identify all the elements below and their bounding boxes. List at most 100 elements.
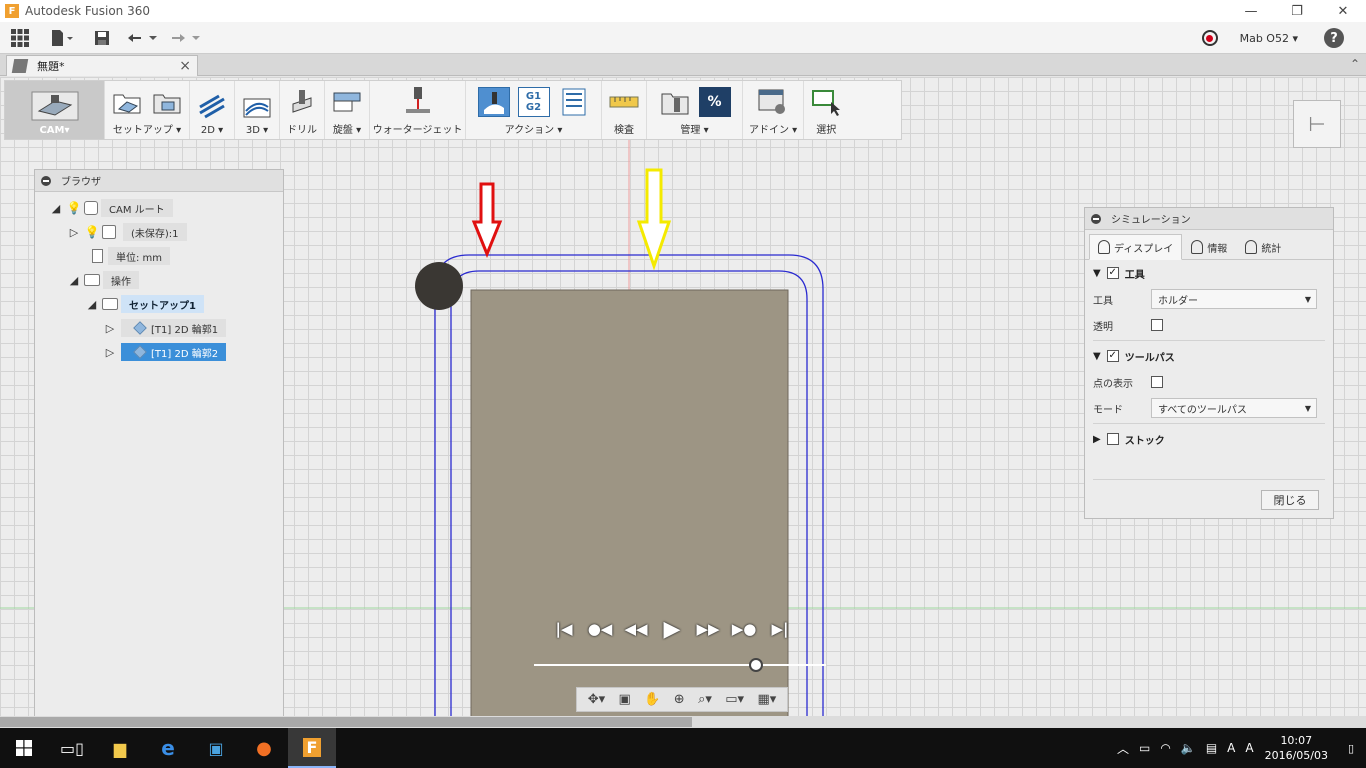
collapse-triangle-icon[interactable]: ▼ xyxy=(1093,351,1101,362)
close-window-button[interactable]: ✕ xyxy=(1320,0,1366,22)
go-to-end-icon[interactable]: ▶| xyxy=(768,618,792,640)
setup-sheet-icon[interactable] xyxy=(558,87,590,117)
tool-display-select[interactable]: ホルダー ▼ xyxy=(1151,289,1317,309)
data-panel-grid-icon[interactable] xyxy=(0,22,40,54)
scrollbar-thumb[interactable] xyxy=(0,717,692,727)
fusion360-taskbar-icon[interactable]: F xyxy=(288,728,336,768)
previous-operation-icon[interactable]: ●◀ xyxy=(588,618,613,640)
manage-group[interactable]: % 管理 ▾ xyxy=(647,81,743,139)
tool-library-icon[interactable] xyxy=(659,87,691,117)
expanded-triangle-icon[interactable]: ◢ xyxy=(67,273,81,287)
help-icon[interactable]: ? xyxy=(1324,28,1344,48)
toolpath-section-header[interactable]: ▼ ✓ ツールパス xyxy=(1093,343,1325,369)
restore-button[interactable]: ❐ xyxy=(1274,0,1320,22)
display-settings-icon[interactable]: ▭▾ xyxy=(725,692,744,707)
setup-group[interactable]: セットアップ ▾ xyxy=(105,81,190,139)
drill-group[interactable]: ドリル xyxy=(280,81,325,139)
orbit-icon[interactable]: ✥▾ xyxy=(588,692,605,707)
tree-node-setup1[interactable]: ◢ セットアップ1 xyxy=(85,294,204,314)
horizontal-scrollbar[interactable] xyxy=(0,716,1366,728)
battery-icon[interactable]: ▭ xyxy=(1139,741,1150,755)
tree-node-contour1[interactable]: ▷ [T1] 2D 輪郭1 xyxy=(103,318,227,338)
addins-group[interactable]: アドイン ▾ xyxy=(743,81,805,139)
collapsed-triangle-icon[interactable]: ▷ xyxy=(103,345,117,359)
2d-contour-icon[interactable] xyxy=(196,91,228,121)
keyboard-icon[interactable]: ▤ xyxy=(1206,741,1217,755)
notification-icon[interactable]: ▯ xyxy=(1336,728,1366,768)
collapse-chevron-icon[interactable]: ⌃ xyxy=(1350,57,1360,71)
file-explorer-icon[interactable]: ▆ xyxy=(96,728,144,768)
expanded-triangle-icon[interactable]: ◢ xyxy=(85,297,99,311)
minimize-button[interactable]: — xyxy=(1228,0,1274,22)
inspect-group[interactable]: 検査 xyxy=(602,81,647,139)
ime-icon[interactable]: A xyxy=(1227,741,1235,755)
tree-node-contour2[interactable]: ▷ [T1] 2D 輪郭2 xyxy=(103,342,227,362)
record-icon[interactable] xyxy=(1201,30,1218,46)
tab-statistics[interactable]: 統計 xyxy=(1236,234,1290,260)
scripts-addins-icon[interactable] xyxy=(757,87,789,117)
actions-group[interactable]: G1 G2 アクション ▾ xyxy=(466,81,602,139)
system-clock[interactable]: 10:07 2016/05/03 xyxy=(1265,733,1328,763)
collapse-triangle-icon[interactable]: ▼ xyxy=(1093,268,1101,279)
mode-select[interactable]: すべてのツールパス ▼ xyxy=(1151,398,1317,418)
waterjet-group[interactable]: ウォータージェット xyxy=(370,81,466,139)
volume-icon[interactable]: 🔈 xyxy=(1181,741,1196,755)
tab-info[interactable]: 情報 xyxy=(1182,234,1236,260)
expand-triangle-icon[interactable]: ▶ xyxy=(1093,434,1101,445)
3d-adaptive-icon[interactable] xyxy=(241,91,273,121)
turning-icon[interactable] xyxy=(331,87,363,117)
pan-hand-icon[interactable]: ✋ xyxy=(644,692,660,707)
turning-group[interactable]: 旋盤 ▾ xyxy=(325,81,370,139)
collapse-panel-icon[interactable] xyxy=(41,175,51,186)
collapsed-triangle-icon[interactable]: ▷ xyxy=(103,321,117,335)
viewcube[interactable]: ⊢ xyxy=(1293,100,1341,148)
fit-icon[interactable]: ⌕▾ xyxy=(698,692,712,707)
show-hidden-icons-icon[interactable]: ︿ xyxy=(1117,740,1129,757)
step-forward-icon[interactable]: ▶▶ xyxy=(696,618,720,640)
stock-setup-icon[interactable] xyxy=(151,87,183,117)
measure-icon[interactable] xyxy=(608,87,640,117)
waterjet-icon[interactable] xyxy=(402,87,434,117)
windows-start-icon[interactable] xyxy=(0,728,48,768)
visibility-bulb-icon[interactable]: 💡 xyxy=(67,201,82,215)
wifi-icon[interactable]: ◠ xyxy=(1160,741,1170,755)
transparent-checkbox[interactable] xyxy=(1151,319,1163,331)
tree-node-model[interactable]: ▷ 💡 (未保存):1 xyxy=(67,222,187,242)
drill-icon[interactable] xyxy=(286,87,318,117)
edge-browser-icon[interactable]: e xyxy=(144,728,192,768)
next-operation-icon[interactable]: ▶● xyxy=(732,618,757,640)
go-to-start-icon[interactable]: |◀ xyxy=(552,618,576,640)
playback-slider-thumb[interactable] xyxy=(749,658,763,672)
media-player-icon[interactable]: ▣ xyxy=(192,728,240,768)
user-menu[interactable]: Mab O52 ▾ xyxy=(1240,32,1298,45)
zoom-icon[interactable]: ⊕ xyxy=(674,692,685,707)
simulate-icon[interactable] xyxy=(477,87,510,117)
undo-icon[interactable] xyxy=(120,22,166,54)
step-back-icon[interactable]: ◀◀ xyxy=(624,618,648,640)
2d-group[interactable]: 2D ▾ xyxy=(190,81,235,139)
grid-settings-icon[interactable]: ▦▾ xyxy=(757,692,776,707)
3d-group[interactable]: 3D ▾ xyxy=(235,81,280,139)
task-view-icon[interactable]: ▭▯ xyxy=(48,728,96,768)
workspace-switcher[interactable]: CAM▾ xyxy=(5,81,105,139)
collapse-panel-icon[interactable] xyxy=(1091,213,1101,224)
stock-section-header[interactable]: ▶ ストック xyxy=(1093,426,1325,452)
ime-mode-icon[interactable]: A xyxy=(1245,741,1253,755)
visibility-bulb-icon[interactable]: 💡 xyxy=(85,225,100,239)
tree-node-operations[interactable]: ◢ 操作 xyxy=(67,270,139,290)
tree-node-units[interactable]: 単位: mm xyxy=(87,246,171,266)
firefox-icon[interactable]: ● xyxy=(240,728,288,768)
stock-checkbox[interactable] xyxy=(1106,433,1119,445)
tree-node-cam-root[interactable]: ◢ 💡 CAM ルート xyxy=(49,198,173,218)
playback-slider[interactable] xyxy=(534,658,826,672)
close-tab-icon[interactable]: × xyxy=(179,58,191,74)
post-process-icon[interactable]: G1 G2 xyxy=(517,87,550,117)
toolpath-checkbox[interactable]: ✓ xyxy=(1106,350,1119,362)
canvas[interactable]: CAM▾ セットアップ ▾ 2D ▾ 3D ▾ ドリル 旋盤 ▾ ウォータージェ… xyxy=(0,77,1366,716)
tool-checkbox[interactable]: ✓ xyxy=(1106,267,1119,279)
show-points-checkbox[interactable] xyxy=(1151,376,1163,388)
redo-icon[interactable] xyxy=(166,22,206,54)
expanded-triangle-icon[interactable]: ◢ xyxy=(49,201,63,215)
tool-section-header[interactable]: ▼ ✓ 工具 xyxy=(1093,260,1325,286)
select-group[interactable]: 選択 xyxy=(804,81,848,139)
